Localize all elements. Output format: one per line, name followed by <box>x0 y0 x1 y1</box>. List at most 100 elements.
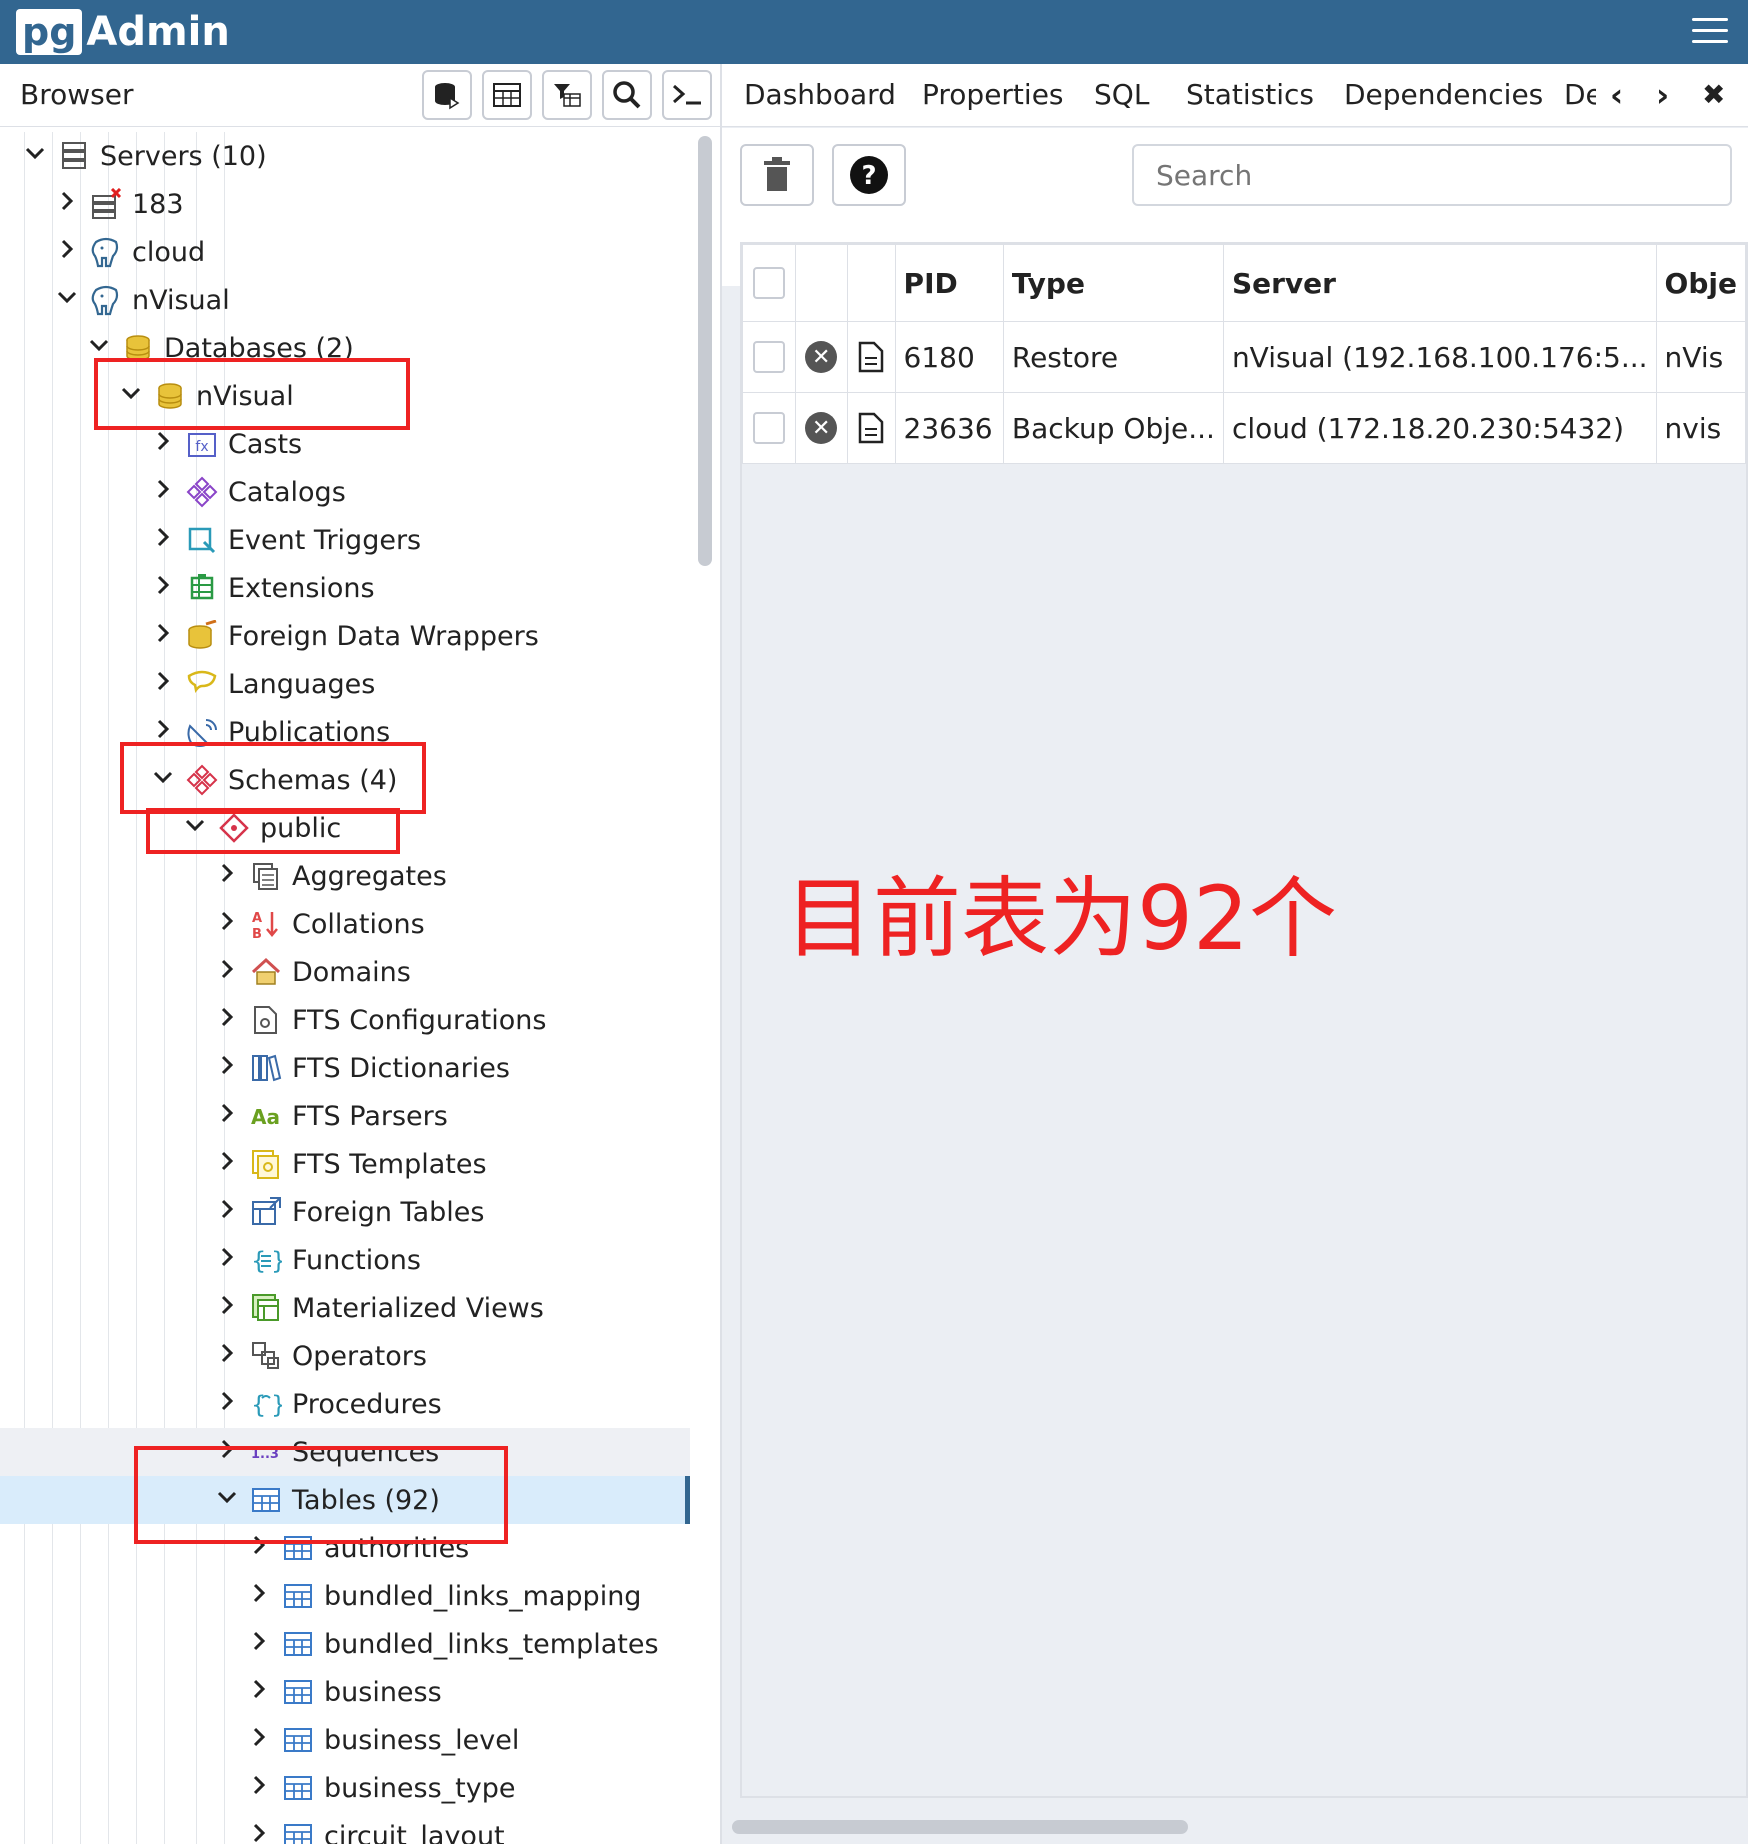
chevron-down-icon[interactable] <box>20 141 50 171</box>
tree-scrollbar[interactable] <box>698 136 712 566</box>
tree-node[interactable]: 183 <box>0 180 690 228</box>
chevron-right-icon[interactable] <box>212 861 242 891</box>
type-header[interactable]: Type <box>1002 244 1224 322</box>
grid-horizontal-scrollbar[interactable] <box>732 1820 1188 1834</box>
server-header[interactable]: Server <box>1222 244 1657 322</box>
tree-node[interactable]: FTS Configurations <box>0 996 690 1044</box>
tree-node[interactable]: Operators <box>0 1332 690 1380</box>
tree-node[interactable]: business <box>0 1668 690 1716</box>
chevron-right-icon[interactable] <box>148 573 178 603</box>
search-objects-button[interactable] <box>602 70 652 120</box>
chevron-right-icon[interactable] <box>212 1149 242 1179</box>
tree-node[interactable]: bundled_links_mapping <box>0 1572 690 1620</box>
chevron-down-icon[interactable] <box>52 285 82 315</box>
tree-node[interactable]: business_level <box>0 1716 690 1764</box>
tree-node-label: Extensions <box>228 572 375 604</box>
filter-rows-button[interactable] <box>542 70 592 120</box>
hamburger-menu-icon[interactable] <box>1692 18 1728 46</box>
table-row[interactable]: ✕ 6180 Restore nVisual (192.168.100.176:… <box>742 321 1747 393</box>
view-data-button[interactable] <box>482 70 532 120</box>
tree-node[interactable]: Catalogs <box>0 468 690 516</box>
chevron-right-icon[interactable] <box>244 1677 274 1707</box>
chevron-right-icon[interactable] <box>212 1053 242 1083</box>
tree-node[interactable]: FTS Dictionaries <box>0 1044 690 1092</box>
row-checkbox[interactable] <box>752 341 785 373</box>
log-file-icon[interactable] <box>858 412 884 444</box>
stop-process-icon[interactable]: ✕ <box>805 341 838 373</box>
help-button[interactable]: ? <box>832 144 906 206</box>
chevron-right-icon[interactable] <box>212 1293 242 1323</box>
pid-header[interactable]: PID <box>894 244 1004 322</box>
chevron-right-icon[interactable] <box>148 669 178 699</box>
table-row[interactable]: ✕ 23636 Backup Obje... cloud (172.18.20.… <box>742 392 1747 464</box>
chevron-right-icon[interactable] <box>148 621 178 651</box>
tree-node[interactable]: circuit_layout <box>0 1812 690 1844</box>
tab-statistics[interactable]: Statistics <box>1186 78 1314 111</box>
tree-node[interactable]: Foreign Tables <box>0 1188 690 1236</box>
chevron-right-icon[interactable] <box>244 1581 274 1611</box>
tree-node[interactable]: Domains <box>0 948 690 996</box>
chevron-right-icon[interactable] <box>244 1629 274 1659</box>
tree-node[interactable]: FTS Templates <box>0 1140 690 1188</box>
tree-node[interactable]: {}Procedures <box>0 1380 690 1428</box>
stop-cell[interactable]: ✕ <box>794 392 848 464</box>
query-tool-button[interactable] <box>422 70 472 120</box>
trash-icon <box>764 157 790 191</box>
tree-node[interactable]: business_type <box>0 1764 690 1812</box>
chevron-right-icon[interactable] <box>212 1197 242 1227</box>
row-select-cell[interactable] <box>742 321 796 393</box>
tree-node[interactable]: Materialized Views <box>0 1284 690 1332</box>
chevron-right-icon[interactable] <box>244 1821 274 1844</box>
tree-node[interactable]: Aa FTS Parsers <box>0 1092 690 1140</box>
select-all-checkbox[interactable] <box>752 267 785 299</box>
details-cell[interactable] <box>847 392 896 464</box>
chevron-right-icon[interactable] <box>148 477 178 507</box>
tree-node[interactable]: bundled_links_templates <box>0 1620 690 1668</box>
tree-node-label: Domains <box>292 956 411 988</box>
search-input[interactable] <box>1132 144 1732 206</box>
delete-button[interactable] <box>740 144 814 206</box>
psql-tool-button[interactable] <box>662 70 712 120</box>
pgadmin-logo[interactable]: pg Admin <box>16 8 230 56</box>
tree-node[interactable]: Foreign Data Wrappers <box>0 612 690 660</box>
chevron-right-icon[interactable] <box>212 909 242 939</box>
chevron-right-icon[interactable] <box>148 525 178 555</box>
tree-node[interactable]: Event Triggers <box>0 516 690 564</box>
tab-dependents[interactable]: De <box>1564 78 1596 111</box>
chevron-right-icon[interactable] <box>212 1005 242 1035</box>
chevron-right-icon[interactable] <box>244 1725 274 1755</box>
details-cell[interactable] <box>847 321 896 393</box>
stop-cell[interactable]: ✕ <box>794 321 848 393</box>
row-select-cell[interactable] <box>742 392 796 464</box>
select-all-header[interactable] <box>742 244 796 322</box>
tree-node[interactable]: nVisual <box>0 276 690 324</box>
tab-next-icon[interactable]: › <box>1656 76 1669 114</box>
tab-dashboard[interactable]: Dashboard <box>744 78 896 111</box>
chevron-right-icon[interactable] <box>52 189 82 219</box>
tree-node[interactable]: {}Functions <box>0 1236 690 1284</box>
tree-node[interactable]: Servers (10) <box>0 132 690 180</box>
tree-node[interactable]: Aggregates <box>0 852 690 900</box>
close-tab-icon[interactable]: ✖ <box>1702 78 1725 111</box>
tree-node[interactable]: Extensions <box>0 564 690 612</box>
chevron-right-icon[interactable] <box>244 1773 274 1803</box>
tab-prev-icon[interactable]: ‹ <box>1610 76 1623 114</box>
tab-sql[interactable]: SQL <box>1094 78 1149 111</box>
chevron-right-icon[interactable] <box>212 957 242 987</box>
tab-dependencies[interactable]: Dependencies <box>1344 78 1543 111</box>
row-checkbox[interactable] <box>752 412 785 444</box>
search-icon <box>613 81 641 109</box>
tab-properties[interactable]: Properties <box>922 78 1064 111</box>
chevron-right-icon[interactable] <box>212 1245 242 1275</box>
chevron-right-icon[interactable] <box>52 237 82 267</box>
chevron-right-icon[interactable] <box>212 1389 242 1419</box>
tree-node[interactable]: cloud <box>0 228 690 276</box>
log-file-icon[interactable] <box>858 341 884 373</box>
chevron-right-icon[interactable] <box>148 429 178 459</box>
tree-node[interactable]: A B Collations <box>0 900 690 948</box>
stop-process-icon[interactable]: ✕ <box>805 412 838 444</box>
object-header[interactable]: Obje <box>1655 244 1747 322</box>
chevron-right-icon[interactable] <box>212 1341 242 1371</box>
tree-node[interactable]: Languages <box>0 660 690 708</box>
chevron-right-icon[interactable] <box>212 1101 242 1131</box>
